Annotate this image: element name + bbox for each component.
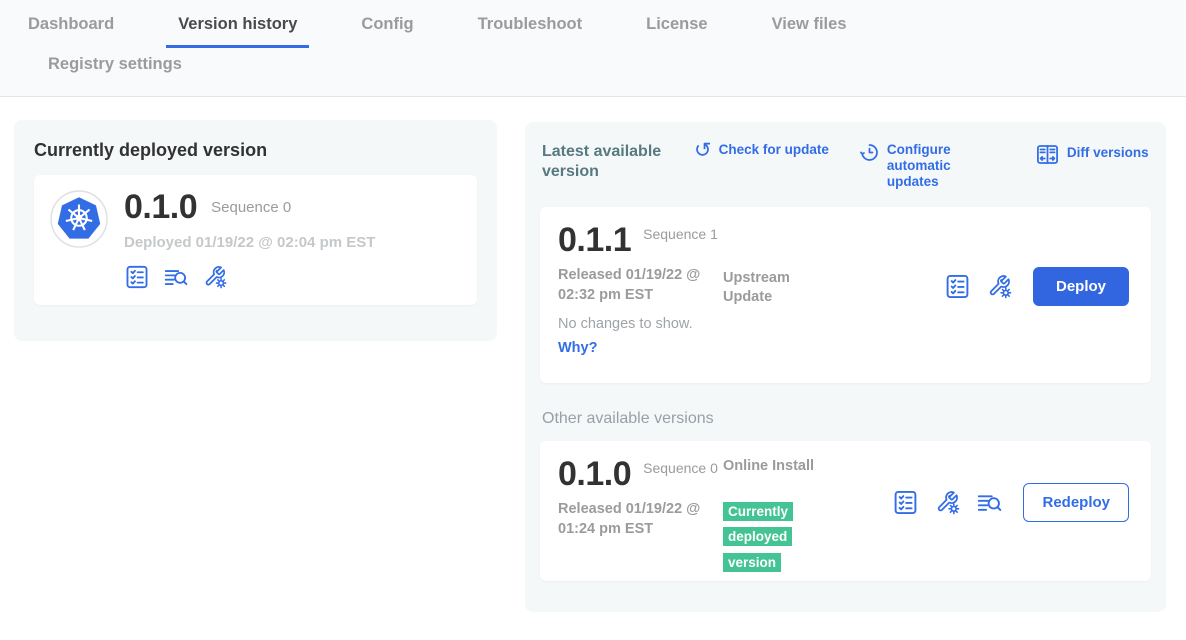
latest-version-card: 0.1.1 Sequence 1 Released 01/19/22 @ 02:…: [540, 207, 1151, 383]
deployed-timestamp: Deployed 01/19/22 @ 02:04 pm EST: [124, 234, 375, 251]
kubernetes-app-icon: [50, 190, 108, 248]
schedule-update-icon: [859, 142, 880, 167]
config-icon[interactable]: [934, 489, 961, 516]
redeploy-button[interactable]: Redeploy: [1023, 483, 1129, 522]
preflight-checks-icon[interactable]: [944, 273, 971, 300]
config-icon[interactable]: [986, 273, 1013, 300]
latest-released-timestamp: Released 01/19/22 @ 02:32 pm EST: [558, 266, 720, 305]
latest-version-header: Latest available version ↺ Check for upd…: [542, 142, 1149, 191]
version-history-panel: Latest available version ↺ Check for upd…: [525, 122, 1166, 612]
deploy-logs-icon[interactable]: [163, 264, 189, 290]
why-link[interactable]: Why?: [558, 340, 1133, 356]
tab-version-history[interactable]: Version history: [166, 15, 309, 48]
other-version-number: 0.1.0: [558, 457, 631, 493]
deployed-sequence-label: Sequence 0: [211, 198, 291, 218]
tab-view-files[interactable]: View files: [760, 15, 859, 48]
nav-row-2: Registry settings: [0, 48, 1186, 88]
other-sequence-label: Sequence 0: [643, 459, 719, 477]
no-changes-text: No changes to show.: [558, 316, 1133, 332]
currently-deployed-badge: Currently deployed version: [723, 499, 805, 576]
other-version-card: 0.1.0 Sequence 0 Released 01/19/22 @ 01:…: [540, 441, 1151, 581]
deploy-logs-icon[interactable]: [976, 489, 1003, 516]
tab-troubleshoot[interactable]: Troubleshoot: [466, 15, 595, 48]
deploy-button[interactable]: Deploy: [1033, 267, 1129, 306]
other-versions-title: Other available versions: [542, 410, 1149, 428]
preflight-checks-icon[interactable]: [892, 489, 919, 516]
currently-deployed-card: Currently deployed version: [14, 120, 497, 341]
tab-dashboard[interactable]: Dashboard: [16, 15, 126, 48]
config-icon[interactable]: [202, 264, 228, 290]
configure-automatic-updates-label: Configure automatic updates: [887, 142, 1005, 191]
deployed-version-card: 0.1.0 Sequence 0 Deployed 01/19/22 @ 02:…: [34, 175, 477, 305]
check-for-update-link[interactable]: ↺ Check for update: [694, 142, 829, 160]
deployed-actions: [124, 264, 375, 290]
latest-sequence-label: Sequence 1: [643, 225, 719, 243]
header-actions: ↺ Check for update Configure automatic u…: [694, 142, 1149, 191]
latest-card-actions: Deploy: [944, 267, 1129, 306]
nav-row-1: Dashboard Version history Config Trouble…: [0, 0, 1186, 48]
main-nav: Dashboard Version history Config Trouble…: [0, 0, 1186, 97]
currently-deployed-title: Currently deployed version: [34, 140, 477, 161]
deployed-version-number: 0.1.0: [124, 190, 197, 224]
deployed-version-info: 0.1.0 Sequence 0 Deployed 01/19/22 @ 02:…: [124, 190, 375, 290]
diff-versions-link[interactable]: Diff versions: [1035, 142, 1149, 171]
tab-license[interactable]: License: [634, 15, 719, 48]
diff-versions-label: Diff versions: [1067, 145, 1149, 161]
configure-automatic-updates-link[interactable]: Configure automatic updates: [859, 142, 1005, 191]
latest-version-number: 0.1.1: [558, 223, 631, 259]
admin-console-page: Dashboard Version history Config Trouble…: [0, 0, 1186, 640]
latest-version-title: Latest available version: [542, 142, 694, 182]
tab-registry-settings[interactable]: Registry settings: [36, 55, 194, 88]
diff-icon: [1035, 142, 1060, 171]
currently-deployed-badge-label: Currently deployed version: [723, 502, 793, 572]
tab-config[interactable]: Config: [349, 15, 425, 48]
check-for-update-label: Check for update: [719, 142, 829, 158]
latest-version-source: Upstream Update: [723, 269, 818, 308]
preflight-checks-icon[interactable]: [124, 264, 150, 290]
other-released-timestamp: Released 01/19/22 @ 01:24 pm EST: [558, 500, 720, 539]
other-version-source: Online Install: [723, 457, 818, 477]
refresh-icon: ↺: [694, 142, 712, 160]
other-card-actions: Redeploy: [892, 483, 1129, 522]
